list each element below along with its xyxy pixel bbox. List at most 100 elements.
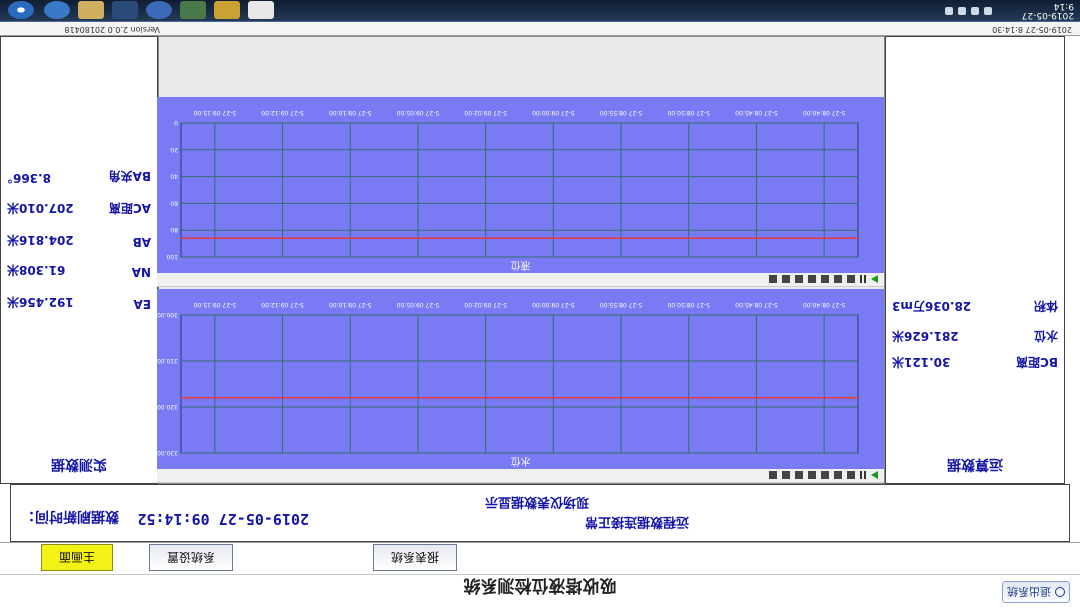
measure-value: 204.816米 <box>7 233 74 247</box>
pan-icon[interactable] <box>808 275 816 284</box>
save-icon[interactable] <box>782 471 790 480</box>
app-window: 退出系统 吸收塔液位检测系统 主画面 系统设置 报表系统 数据刷新时间： 201… <box>0 0 1080 608</box>
zoom-in-icon[interactable] <box>834 275 842 284</box>
clock-date: 2019-05-27 <box>1021 10 1074 20</box>
crosshair-icon[interactable] <box>847 471 855 480</box>
start-button-icon[interactable] <box>8 1 34 19</box>
calc-data-panel: 运算数据 体积 28.036万m3 水位 281.626米 BC距离 30.12… <box>885 36 1065 484</box>
info-strip: 2019-05-27 8:14:30 Version 2.0.0 2018041… <box>0 22 1080 36</box>
calc-value: 30.121米 <box>892 355 951 369</box>
measured-data-panel: 实测数据 BA夹角 8.366° AC距离 207.010米 AB 204.81… <box>0 36 158 484</box>
x-tick-label: 5-27 08:55:00 <box>600 301 643 308</box>
tab-main-label: 主画面 <box>59 550 96 564</box>
tool-taskbar-icon[interactable] <box>214 1 240 19</box>
chart-area: 5-27 08:40:00 5-27 08:45:00 5-27 08:50:00 5… <box>157 36 885 484</box>
chart-svg: 5-27 08:40:00 5-27 08:45:00 5-27 08:50:00 5… <box>166 109 859 272</box>
x-tick-label: 5-27 08:45:00 <box>735 301 778 308</box>
x-tick-label: 5-27 09:00:00 <box>532 109 575 116</box>
calc-row-level: 水位 281.626米 <box>892 327 1058 345</box>
tab-main[interactable]: 主画面 <box>41 544 113 571</box>
x-tick-label: 5-27 09:15:00 <box>193 301 236 308</box>
x-tick-label: 5-27 08:40:00 <box>803 109 846 116</box>
browser-taskbar-icon[interactable] <box>146 1 172 19</box>
chart-name: 水位 <box>511 455 531 468</box>
calc-value: 28.036万m3 <box>892 299 972 313</box>
x-tick-label: 5-27 09:15:00 <box>193 109 236 116</box>
ime-tray-icon[interactable] <box>945 7 953 15</box>
app-taskbar-icon[interactable] <box>248 1 274 19</box>
y-tick-label: 100 <box>166 253 178 260</box>
x-tick-label: 5-27 09:05:00 <box>397 301 440 308</box>
chart-svg: 5-27 08:40:00 5-27 08:45:00 5-27 08:50:00 5… <box>157 301 859 468</box>
play-icon[interactable] <box>871 275 878 284</box>
calc-row-volume: 体积 28.036万m3 <box>892 297 1058 315</box>
calc-panel-header: 运算数据 <box>947 456 1003 472</box>
y-tick-label: 320.000 <box>157 403 178 410</box>
x-tick-label: 5-27 08:50:00 <box>667 301 710 308</box>
x-tick-label: 5-27 09:10:00 <box>329 301 372 308</box>
zoom-out-icon[interactable] <box>821 471 829 480</box>
print-icon[interactable] <box>769 275 777 284</box>
measure-key: AC距离 <box>108 201 151 215</box>
tray-icons[interactable] <box>945 7 992 15</box>
status-bar: 数据刷新时间： 2019-05-27 09:14:52 远程数据连接正常 现场仪… <box>10 484 1070 542</box>
measure-value: 61.308米 <box>7 263 66 277</box>
chart-water-level[interactable]: 5-27 08:40:00 5-27 08:45:00 5-27 08:50:00 5… <box>157 289 884 469</box>
update-time-label: 数据刷新时间： <box>21 508 119 524</box>
x-tick-label: 5-27 09:10:00 <box>329 109 372 116</box>
copy-icon[interactable] <box>795 471 803 480</box>
update-time-value: 2019-05-27 09:14:52 <box>137 510 309 528</box>
x-tick-label: 5-27 09:02:00 <box>464 109 507 116</box>
chart-liquid-level[interactable]: 5-27 08:40:00 5-27 08:45:00 5-27 08:50:00 5… <box>157 97 884 273</box>
x-tick-label: 5-27 09:05:00 <box>397 109 440 116</box>
play-icon[interactable] <box>871 471 878 480</box>
media-taskbar-icon[interactable] <box>112 1 138 19</box>
chart-toolbar-liquid[interactable] <box>157 273 884 287</box>
tab-reports[interactable]: 报表系统 <box>373 544 457 571</box>
system-clock[interactable]: 2019-05-27 9:14 <box>1021 1 1074 20</box>
network-icon[interactable] <box>971 7 979 15</box>
measure-panel-header: 实测数据 <box>51 456 107 472</box>
calc-row-bc: BC距离 30.121米 <box>892 353 1058 371</box>
network-taskbar-icon[interactable] <box>180 1 206 19</box>
strip-date: 2019-05-27 8:14:30 <box>992 25 1072 34</box>
explorer-taskbar-icon[interactable] <box>78 1 104 19</box>
zoom-in-icon[interactable] <box>834 471 842 480</box>
pan-icon[interactable] <box>808 471 816 480</box>
taskbar: 2019-05-27 9:14 <box>0 0 1080 22</box>
measure-row-angle: BA夹角 8.366° <box>7 167 151 185</box>
pause-icon[interactable] <box>860 275 866 284</box>
x-tick-label: 5-27 09:02:00 <box>464 301 507 308</box>
y-tick-label: 300.000 <box>157 311 178 318</box>
y-tick-label: 60 <box>170 199 178 206</box>
clock-time: 9:14 <box>1053 1 1074 11</box>
tab-settings-label: 系统设置 <box>167 550 216 564</box>
y-tick-label: 330.000 <box>157 449 178 456</box>
measure-key: NA <box>131 265 151 279</box>
measure-row-ac: AC距离 207.010米 <box>7 199 151 217</box>
y-tick-label: 40 <box>170 173 178 180</box>
y-tick-label: 80 <box>170 226 178 233</box>
chart-toolbar-water[interactable] <box>157 469 884 483</box>
y-tick-label: 0 <box>174 119 178 126</box>
save-icon[interactable] <box>782 275 790 284</box>
copy-icon[interactable] <box>795 275 803 284</box>
title-bar: 退出系统 吸收塔液位检测系统 <box>0 574 1080 608</box>
volume-icon[interactable] <box>984 7 992 15</box>
chart-name: 液位 <box>511 259 531 272</box>
remote-status: 远程数据连接正常 <box>584 514 689 529</box>
calc-key: 水位 <box>1033 329 1058 343</box>
flag-icon[interactable] <box>958 7 966 15</box>
pause-icon[interactable] <box>860 471 866 480</box>
x-tick-label: 5-27 08:50:00 <box>667 109 710 116</box>
measure-key: EA <box>133 297 151 311</box>
x-tick-label: 5-27 08:40:00 <box>803 301 846 308</box>
measure-row-ab: AB 204.816米 <box>7 231 151 249</box>
measure-row-ea: EA 192.456米 <box>7 293 151 311</box>
tab-settings[interactable]: 系统设置 <box>149 544 233 571</box>
local-status: 现场仪表数据显示 <box>484 494 589 509</box>
print-icon[interactable] <box>769 471 777 480</box>
ie-taskbar-icon[interactable] <box>44 1 70 19</box>
crosshair-icon[interactable] <box>847 275 855 284</box>
zoom-out-icon[interactable] <box>821 275 829 284</box>
